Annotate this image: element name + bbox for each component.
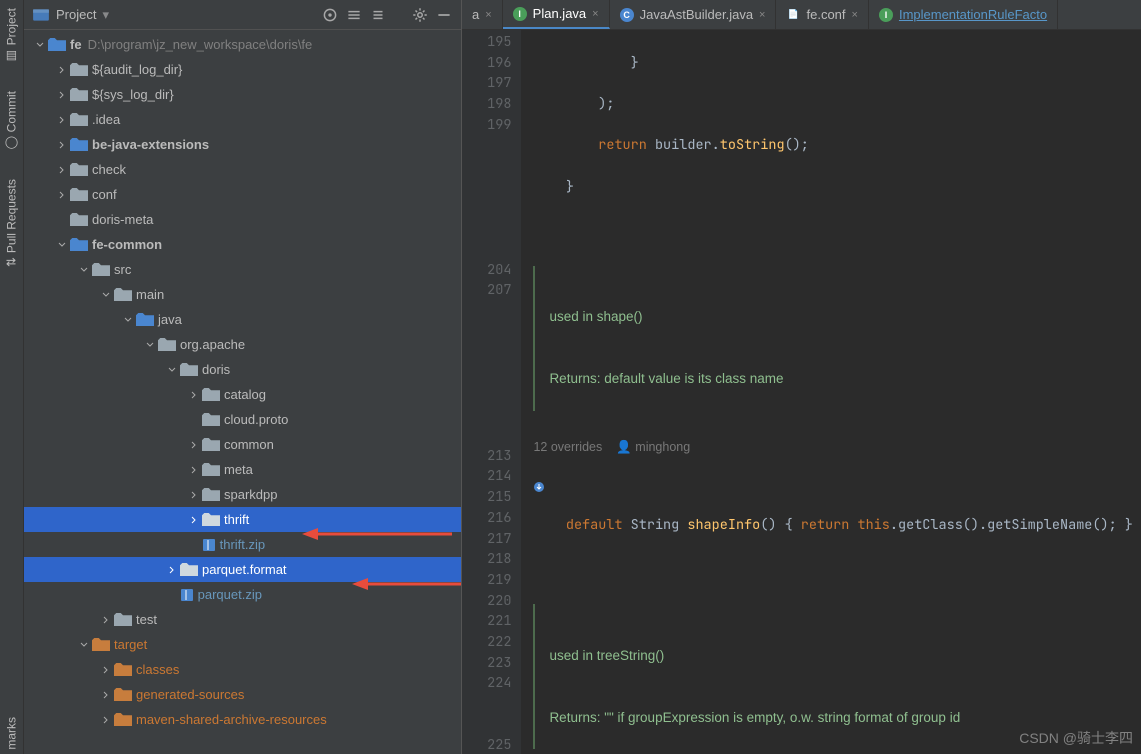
close-icon[interactable]: × — [852, 9, 858, 21]
tree-item[interactable]: ·doris-meta — [24, 207, 461, 232]
tab[interactable]: CJavaAstBuilder.java× — [610, 0, 777, 29]
tree-item[interactable]: target — [24, 632, 461, 657]
interface-icon: I — [879, 8, 893, 22]
tree-item[interactable]: ${sys_log_dir} — [24, 82, 461, 107]
panel-header: Project ▾ — [24, 0, 461, 30]
module-icon — [70, 138, 88, 152]
tree-item[interactable]: src — [24, 257, 461, 282]
tree-item[interactable]: catalog — [24, 382, 461, 407]
tree-item[interactable]: classes — [24, 657, 461, 682]
tab[interactable]: 📄fe.conf× — [776, 0, 868, 29]
archive-icon — [180, 588, 194, 602]
tab[interactable]: IImplementationRuleFacto — [869, 0, 1058, 29]
tree-item[interactable]: main — [24, 282, 461, 307]
folder-icon — [70, 88, 88, 102]
doc-hint: used in shape() Returns: default value i… — [533, 266, 1141, 411]
folder-icon — [70, 213, 88, 227]
excluded-folder-icon — [114, 663, 132, 677]
watermark: CSDN @骑士李四 — [1019, 728, 1133, 748]
rail-commit[interactable]: ◯ Commit — [0, 87, 23, 154]
hide-icon[interactable] — [435, 6, 453, 24]
code-area[interactable]: } ); return builder.toString(); } used i… — [521, 30, 1141, 754]
tree-item[interactable]: sparkdpp — [24, 482, 461, 507]
tree-item[interactable]: conf — [24, 182, 461, 207]
module-icon — [48, 38, 66, 52]
excluded-folder-icon — [114, 688, 132, 702]
tree-item[interactable]: thrift.zip — [24, 532, 461, 557]
tree-item[interactable]: ·cloud.proto — [24, 407, 461, 432]
tree-item[interactable]: org.apache — [24, 332, 461, 357]
tree-item[interactable]: check — [24, 157, 461, 182]
package-icon — [202, 513, 220, 527]
package-icon — [180, 563, 198, 577]
folder-icon — [114, 288, 132, 302]
package-icon — [202, 488, 220, 502]
tree-item[interactable]: meta — [24, 457, 461, 482]
file-icon — [202, 413, 220, 427]
tab[interactable]: a× — [462, 0, 503, 29]
package-icon — [180, 363, 198, 377]
tree-item[interactable]: maven-shared-archive-resources — [24, 707, 461, 732]
tree-item[interactable]: java — [24, 307, 461, 332]
editor-tabs: a× IPlan.java× CJavaAstBuilder.java× 📄fe… — [462, 0, 1141, 30]
tree-item[interactable]: test — [24, 607, 461, 632]
folder-icon — [70, 188, 88, 202]
expand-all-icon[interactable] — [345, 6, 363, 24]
overrides-hint[interactable]: 12 overrides👤 minghong — [533, 437, 1141, 458]
tree-item[interactable]: .idea — [24, 107, 461, 132]
rail-bookmarks[interactable]: marks — [0, 713, 23, 754]
project-tree[interactable]: feD:\program\jz_new_workspace\doris\fe $… — [24, 30, 461, 754]
package-icon — [158, 338, 176, 352]
interface-icon: I — [513, 7, 527, 21]
folder-icon — [70, 63, 88, 77]
editor: a× IPlan.java× CJavaAstBuilder.java× 📄fe… — [462, 0, 1141, 754]
panel-title[interactable]: Project ▾ — [56, 7, 315, 23]
project-panel: Project ▾ feD:\program\jz_new_workspace\… — [24, 0, 462, 754]
close-icon[interactable]: × — [592, 8, 598, 20]
rail-project[interactable]: ▤ Project — [0, 4, 23, 67]
source-folder-icon — [136, 313, 154, 327]
package-icon — [202, 438, 220, 452]
tree-item[interactable]: fe-common — [24, 232, 461, 257]
package-icon — [202, 463, 220, 477]
folder-icon — [70, 163, 88, 177]
tab-plan[interactable]: IPlan.java× — [503, 0, 610, 29]
tree-item[interactable]: generated-sources — [24, 682, 461, 707]
collapse-all-icon[interactable] — [369, 6, 387, 24]
tree-item[interactable]: ${audit_log_dir} — [24, 57, 461, 82]
tree-item-parquet[interactable]: parquet.format — [24, 557, 461, 582]
folder-icon — [92, 263, 110, 277]
settings-icon[interactable] — [411, 6, 429, 24]
package-icon — [202, 388, 220, 402]
tree-item[interactable]: common — [24, 432, 461, 457]
select-opened-icon[interactable] — [321, 6, 339, 24]
project-icon — [32, 6, 50, 24]
file-icon: 📄 — [786, 8, 800, 22]
excluded-folder-icon — [92, 638, 110, 652]
tree-item-thrift[interactable]: thrift — [24, 507, 461, 532]
override-marker[interactable] — [533, 481, 1141, 493]
excluded-folder-icon — [114, 713, 132, 727]
class-icon: C — [620, 8, 634, 22]
archive-icon — [202, 538, 216, 552]
close-icon[interactable]: × — [759, 9, 765, 21]
tree-root[interactable]: feD:\program\jz_new_workspace\doris\fe — [24, 32, 461, 57]
close-icon[interactable]: × — [485, 9, 491, 21]
tree-item[interactable]: parquet.zip — [24, 582, 461, 607]
folder-icon — [114, 613, 132, 627]
tree-item[interactable]: be-java-extensions — [24, 132, 461, 157]
line-gutter[interactable]: 1951961971981992042072132142152162172182… — [462, 30, 521, 754]
rail-pull-requests[interactable]: ⇅ Pull Requests — [0, 175, 23, 271]
tree-item[interactable]: doris — [24, 357, 461, 382]
folder-icon — [70, 113, 88, 127]
module-icon — [70, 238, 88, 252]
